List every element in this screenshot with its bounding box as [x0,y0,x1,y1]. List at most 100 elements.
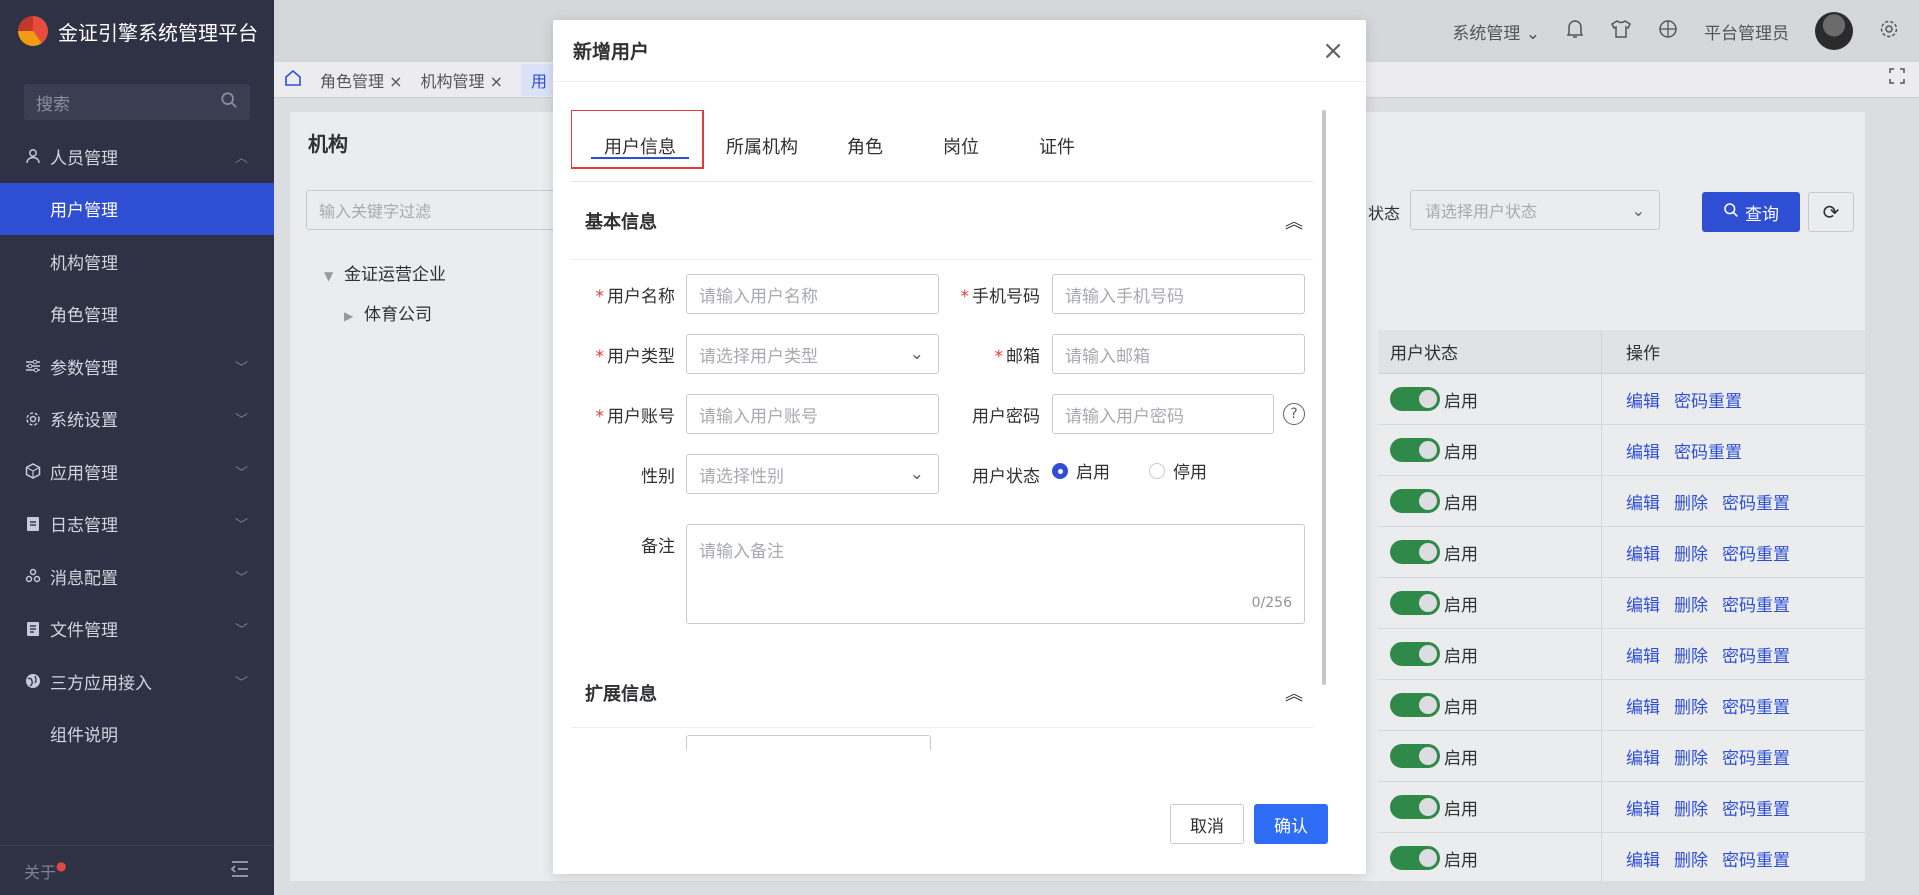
status-switch[interactable] [1390,693,1440,717]
sidebar-item-file-management[interactable]: 文件管理 ﹀ [0,603,274,656]
delete-link[interactable]: 删除 [1674,744,1708,769]
reset-password-link[interactable]: 密码重置 [1722,795,1790,820]
sidebar-item-log-management[interactable]: 日志管理 ﹀ [0,498,274,551]
refresh-button[interactable]: ⟳ [1808,192,1854,232]
close-icon[interactable]: × [1322,38,1344,64]
usertype-select[interactable]: 请选择用户类型 ⌄ [686,334,939,374]
tab-role[interactable]: 角色 [835,133,895,159]
tab-certificate[interactable]: 证件 [1027,133,1087,159]
section-extend-info[interactable]: 扩展信息 ︽ [571,658,1313,728]
reset-password-link[interactable]: 密码重置 [1722,540,1790,565]
cancel-button[interactable]: 取消 [1170,804,1244,844]
collapse-up-icon[interactable]: ︽ [1285,208,1313,234]
delete-link[interactable]: 删除 [1674,693,1708,718]
status-filter-select[interactable]: 请选择用户状态 ⌄ [1410,190,1660,230]
sidebar-item-org-management[interactable]: 机构管理 [0,235,274,288]
sidebar-item-label: 人员管理 [50,148,118,169]
tree-node-root[interactable]: ▼ 金证运营企业 [324,260,446,285]
gender-select[interactable]: 请选择性别 ⌄ [686,454,939,494]
delete-link[interactable]: 删除 [1674,540,1708,565]
tree-node-child[interactable]: ▶ 体育公司 [344,300,432,325]
page-tab-user[interactable]: 用 [521,63,558,96]
edit-link[interactable]: 编辑 [1626,489,1660,514]
reset-password-link[interactable]: 密码重置 [1722,846,1790,871]
sidebar-item-params[interactable]: 参数管理 ﹀ [0,340,274,393]
dialog-scrollbar[interactable] [1322,110,1326,685]
fullscreen-icon[interactable] [1889,68,1905,89]
reset-password-link[interactable]: 密码重置 [1722,591,1790,616]
sidebar-footer: 关于● [0,845,274,895]
status-switch[interactable] [1390,489,1440,513]
edit-link[interactable]: 编辑 [1626,795,1660,820]
status-switch[interactable] [1390,387,1440,411]
tab-organization[interactable]: 所属机构 [719,133,805,159]
language-icon[interactable] [1658,19,1678,44]
sidebar-item-message-config[interactable]: 消息配置 ﹀ [0,550,274,603]
delete-link[interactable]: 删除 [1674,642,1708,667]
reset-password-link[interactable]: 密码重置 [1722,642,1790,667]
password-input[interactable]: 请输入用户密码 [1052,394,1274,434]
sidebar-item-personnel[interactable]: 人员管理 ︿ [0,130,274,183]
sidebar-item-component-docs[interactable]: 组件说明 [0,708,274,761]
user-name[interactable]: 平台管理员 [1704,19,1789,44]
settings-gear-icon[interactable] [1879,19,1899,44]
status-switch[interactable] [1390,642,1440,666]
sidebar-item-role-management[interactable]: 角色管理 [0,288,274,341]
delete-link[interactable]: 删除 [1674,846,1708,871]
edit-link[interactable]: 编辑 [1626,540,1660,565]
delete-link[interactable]: 删除 [1674,489,1708,514]
remark-textarea[interactable]: 请输入备注 0/256 [686,524,1305,624]
edit-link[interactable]: 编辑 [1626,642,1660,667]
page-tab-role[interactable]: 角色管理 × [320,68,403,92]
sidebar-item-app-management[interactable]: 应用管理 ﹀ [0,445,274,498]
sidebar-search-input[interactable]: 搜索 [24,84,250,120]
edit-link[interactable]: 编辑 [1626,591,1660,616]
about-link[interactable]: 关于● [24,859,67,883]
tab-position[interactable]: 岗位 [931,133,991,159]
edit-link[interactable]: 编辑 [1626,693,1660,718]
status-switch[interactable] [1390,540,1440,564]
query-button[interactable]: 查询 [1702,192,1800,232]
status-switch[interactable] [1390,744,1440,768]
reset-password-link[interactable]: 密码重置 [1722,744,1790,769]
edit-link[interactable]: 编辑 [1626,387,1660,412]
system-menu[interactable]: 系统管理 ⌄ [1452,19,1540,44]
status-switch[interactable] [1390,846,1440,870]
edit-link[interactable]: 编辑 [1626,438,1660,463]
reset-password-link[interactable]: 密码重置 [1674,387,1742,412]
bell-icon[interactable] [1566,19,1584,44]
section-basic-info[interactable]: 基本信息 ︽ [571,182,1313,260]
edit-link[interactable]: 编辑 [1626,744,1660,769]
collapse-menu-icon[interactable] [230,860,250,882]
close-icon[interactable]: × [389,72,402,91]
status-switch[interactable] [1390,591,1440,615]
status-radio-enabled[interactable]: 启用 [1052,458,1110,483]
delete-link[interactable]: 删除 [1674,591,1708,616]
close-icon[interactable]: × [490,72,503,91]
collapse-up-icon[interactable]: ︽ [1285,680,1313,706]
help-icon[interactable]: ? [1283,403,1305,425]
sidebar-item-system-settings[interactable]: 系统设置 ﹀ [0,393,274,446]
reset-password-link[interactable]: 密码重置 [1722,489,1790,514]
org-filter-input[interactable]: 输入关键字过滤 [306,190,566,230]
account-input[interactable]: 请输入用户账号 [686,394,939,434]
extend-field-input[interactable] [686,735,931,750]
avatar[interactable] [1815,12,1853,50]
sidebar-item-user-management[interactable]: 用户管理 [0,182,274,235]
shirt-icon[interactable] [1610,19,1632,44]
status-switch[interactable] [1390,795,1440,819]
page-tab-org[interactable]: 机构管理 × [421,68,504,92]
delete-link[interactable]: 删除 [1674,795,1708,820]
status-radio-disabled[interactable]: 停用 [1149,458,1207,483]
sidebar-item-third-party[interactable]: 三方应用接入 ﹀ [0,655,274,708]
phone-input[interactable]: 请输入手机号码 [1052,274,1305,314]
home-icon[interactable] [284,69,302,91]
confirm-button[interactable]: 确认 [1254,804,1328,844]
basic-info-form: * 用户名称 请输入用户名称 * 手机号码 请输入手机号码 * 用户类型 请选择用户类… [571,260,1313,660]
reset-password-link[interactable]: 密码重置 [1722,693,1790,718]
username-input[interactable]: 请输入用户名称 [686,274,939,314]
email-input[interactable]: 请输入邮箱 [1052,334,1305,374]
status-switch[interactable] [1390,438,1440,462]
reset-password-link[interactable]: 密码重置 [1674,438,1742,463]
edit-link[interactable]: 编辑 [1626,846,1660,871]
